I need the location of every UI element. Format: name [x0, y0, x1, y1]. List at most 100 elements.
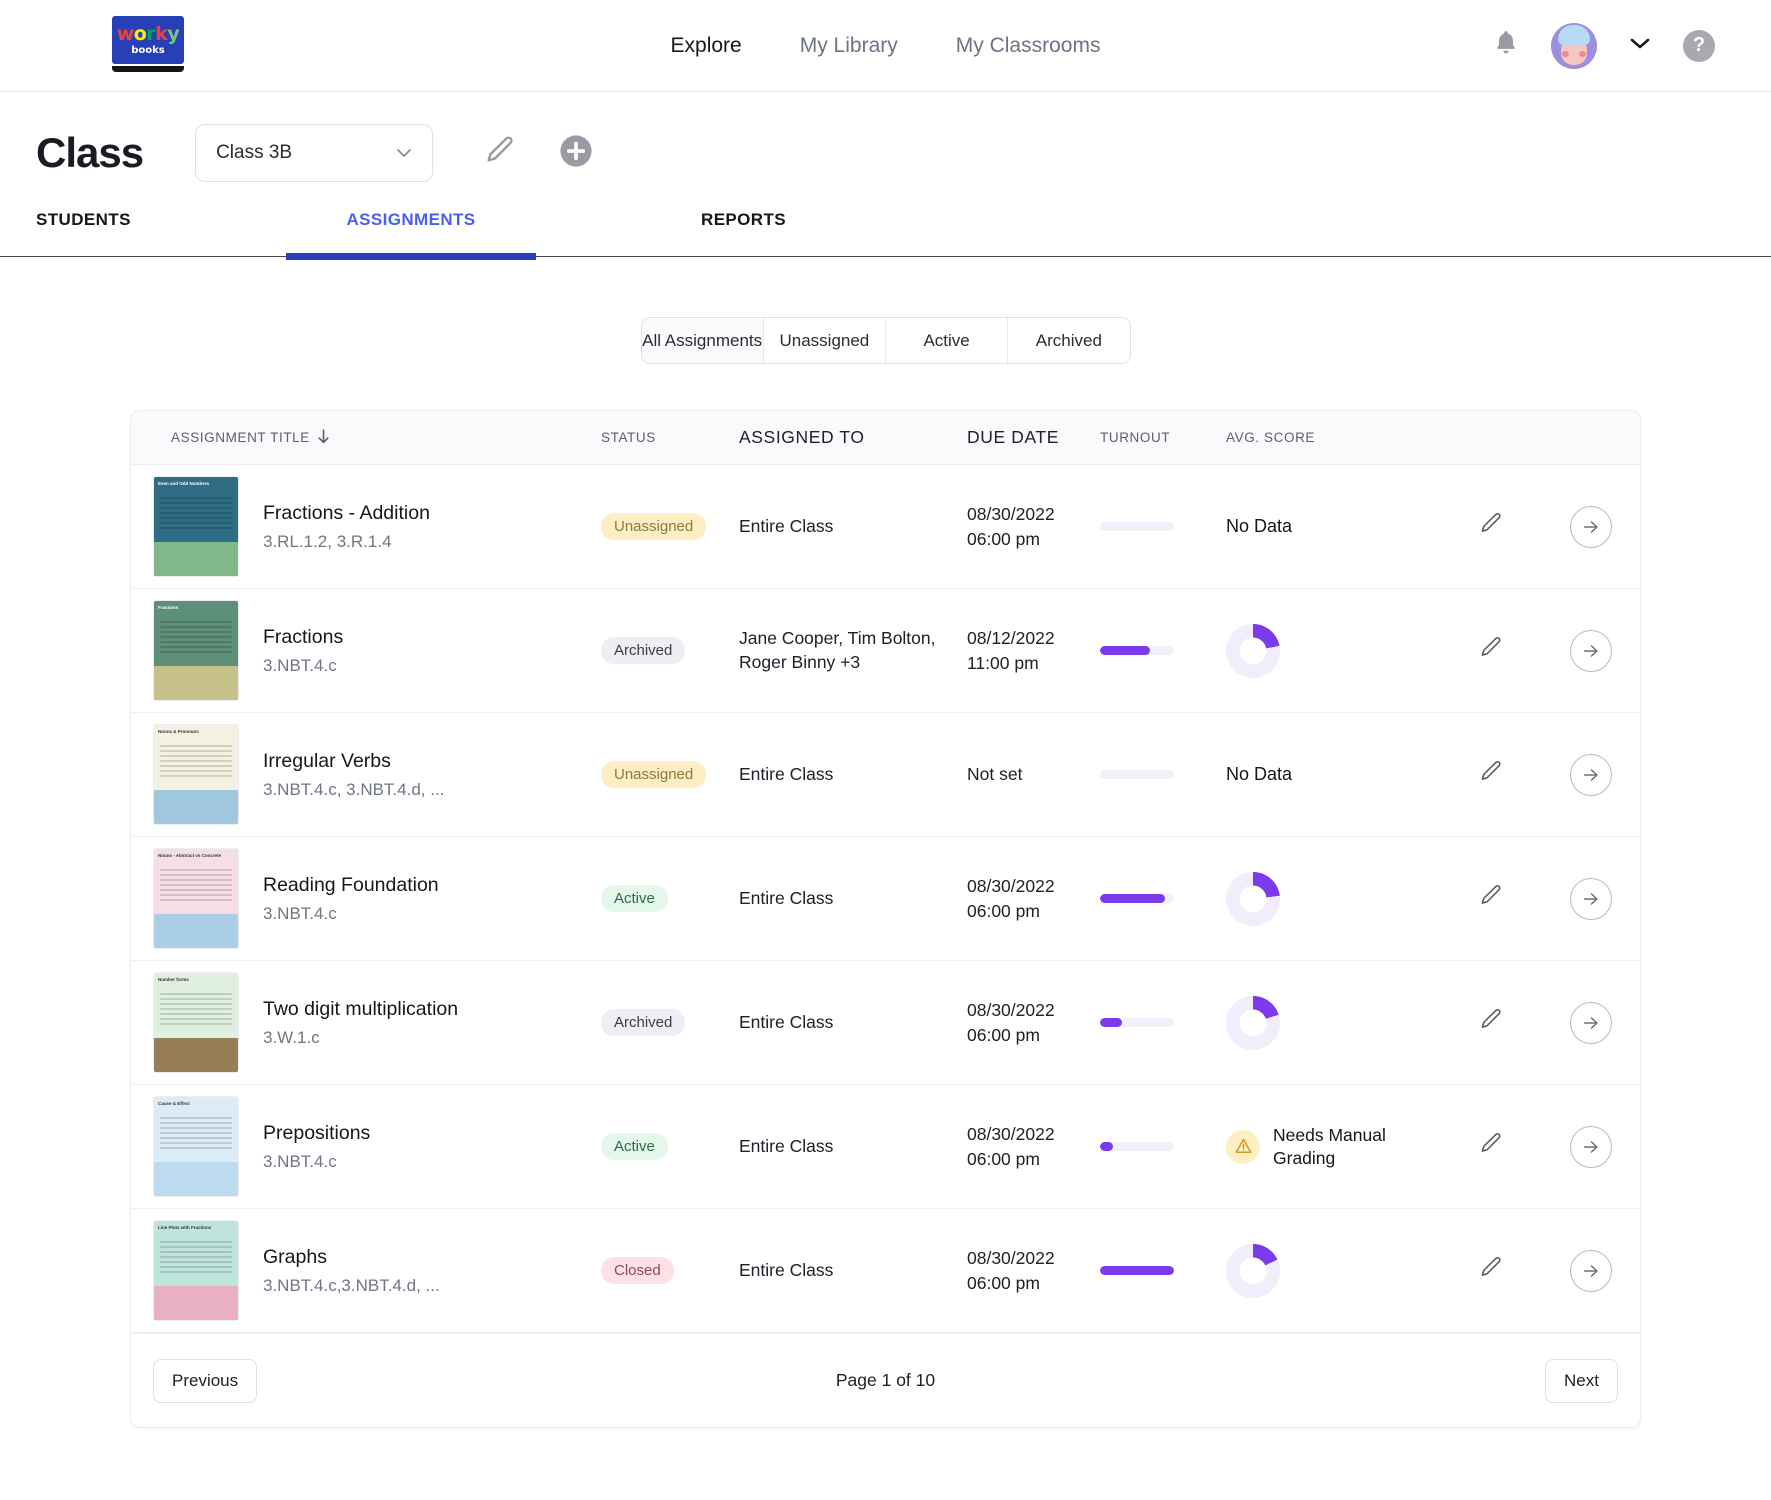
row-open-button[interactable] [1570, 753, 1612, 796]
thumb-line [160, 497, 232, 499]
thumb-line [160, 1241, 232, 1243]
assignments-table-card: ASSIGNMENT TITLE STATUS ASSIGNED TO DUE … [130, 410, 1641, 1428]
bell-icon[interactable] [1493, 29, 1519, 62]
assignment-thumbnail[interactable]: Cause & Effect [153, 1096, 239, 1197]
thumb-lines [160, 869, 232, 904]
thumb-art [154, 542, 238, 576]
nav-item-explore[interactable]: Explore [671, 34, 742, 58]
table-row[interactable]: Nouns - Abstract vs Concrete Reading Foun… [131, 837, 1640, 961]
row-open-button[interactable] [1570, 1125, 1612, 1168]
assignment-standards: 3.NBT.4.c [263, 655, 337, 675]
turnout-cell [1100, 1266, 1226, 1275]
assignment-thumbnail[interactable]: Even and Odd Numbers [153, 476, 239, 577]
class-tabs: STUDENTS ASSIGNMENTS REPORTS [0, 210, 1771, 260]
thumb-line [160, 507, 232, 509]
turnout-cell [1100, 646, 1226, 655]
due-date-cell: 08/12/2022 11:00 pm [967, 627, 1055, 673]
assigned-to-cell: Entire Class [739, 763, 834, 784]
filter-unassigned[interactable]: Unassigned [762, 318, 885, 363]
row-edit-button[interactable] [1439, 635, 1543, 666]
turnout-cell [1100, 770, 1226, 779]
logo-book-base [112, 66, 184, 72]
thumb-line [160, 527, 232, 529]
warning-triangle-icon [1226, 1129, 1260, 1164]
filter-active[interactable]: Active [885, 318, 1008, 363]
row-open-button[interactable] [1570, 505, 1612, 548]
assignment-title-cell[interactable]: Number forms Two digit multiplication 3.W.… [131, 972, 601, 1073]
column-due-date: DUE DATE [967, 427, 1059, 448]
arrow-down-icon [317, 428, 330, 447]
nav-item-my-classrooms[interactable]: My Classrooms [956, 34, 1101, 58]
turnout-bar [1100, 646, 1174, 655]
assigned-to-cell: Entire Class [739, 1135, 834, 1156]
row-open-button[interactable] [1570, 629, 1612, 672]
thumb-line [160, 775, 232, 777]
row-open-button[interactable] [1570, 877, 1612, 920]
help-icon[interactable]: ? [1683, 29, 1715, 62]
avg-score-cell [1226, 1243, 1439, 1298]
nav-item-my-library[interactable]: My Library [800, 34, 898, 58]
assignment-thumbnail[interactable]: Nouns & Pronouns [153, 724, 239, 825]
tab-assignments[interactable]: ASSIGNMENTS [286, 210, 536, 260]
edit-class-pencil-icon[interactable] [483, 134, 517, 173]
assignment-thumbnail[interactable]: Number forms [153, 972, 239, 1073]
add-class-plus-icon[interactable] [559, 134, 593, 173]
thumb-lines [160, 497, 232, 532]
assignment-thumbnail[interactable]: Nouns - Abstract vs Concrete [153, 848, 239, 949]
assignment-title-cell[interactable]: Fractions Fractions 3.NBT.4.c [131, 600, 601, 701]
assignment-thumbnail[interactable]: Line Plots with Fractions [153, 1220, 239, 1321]
thumb-line [160, 879, 232, 881]
table-row[interactable]: Line Plots with Fractions Graphs 3.NBT.4.c… [131, 1209, 1640, 1333]
thumb-line [160, 1137, 232, 1139]
thumb-line [160, 641, 232, 643]
assignment-thumbnail[interactable]: Fractions [153, 600, 239, 701]
tab-students[interactable]: STUDENTS [36, 210, 286, 256]
row-open-button[interactable] [1570, 1249, 1612, 1292]
thumb-lines [160, 993, 232, 1028]
row-edit-button[interactable] [1439, 883, 1543, 914]
filter-archived[interactable]: Archived [1007, 318, 1130, 363]
thumb-line [160, 512, 232, 514]
chevron-down-icon[interactable] [1629, 36, 1651, 55]
row-edit-button[interactable] [1439, 1131, 1543, 1162]
assigned-to-cell: Jane Cooper, Tim Bolton, Roger Binny +3 [739, 627, 936, 672]
assigned-to-cell: Entire Class [739, 887, 834, 908]
thumb-line [160, 1023, 232, 1025]
class-select-dropdown[interactable]: Class 3B [195, 124, 434, 182]
thumb-art [154, 1162, 238, 1196]
column-turnout: TURNOUT [1100, 430, 1171, 445]
assignment-name: Fractions [263, 625, 344, 648]
avatar-cheek-left [1562, 50, 1569, 57]
assignment-title-cell[interactable]: Line Plots with Fractions Graphs 3.NBT.4.c… [131, 1220, 601, 1321]
tab-reports[interactable]: REPORTS [536, 210, 786, 256]
assignment-standards: 3.NBT.4.c [263, 1151, 337, 1171]
column-assignment-title[interactable]: ASSIGNMENT TITLE [131, 428, 601, 447]
assignment-name: Fractions - Addition [263, 501, 430, 524]
turnout-bar [1100, 770, 1174, 779]
row-edit-button[interactable] [1439, 759, 1543, 790]
assigned-to-cell: Entire Class [739, 515, 834, 536]
user-avatar[interactable] [1551, 22, 1597, 69]
page-title: Class [36, 129, 144, 176]
pagination-bar: Previous Page 1 of 10 Next [131, 1333, 1640, 1427]
class-select-value: Class 3B [216, 142, 293, 163]
filter-all-assignments[interactable]: All Assignments [641, 318, 763, 363]
table-row[interactable]: Number forms Two digit multiplication 3.W.… [131, 961, 1640, 1085]
row-edit-button[interactable] [1439, 511, 1543, 542]
assignment-title-cell[interactable]: Cause & Effect Prepositions 3.NBT.4.c [131, 1096, 601, 1197]
row-open-button[interactable] [1570, 1001, 1612, 1044]
row-edit-button[interactable] [1439, 1255, 1543, 1286]
needs-manual-grading[interactable]: Needs Manual Grading [1226, 1124, 1439, 1169]
thumb-line [160, 1142, 232, 1144]
row-edit-button[interactable] [1439, 1007, 1543, 1038]
table-row[interactable]: Nouns & Pronouns Irregular Verbs 3.NBT.4.c… [131, 713, 1640, 837]
table-row[interactable]: Fractions Fractions 3.NBT.4.c Archived Jane … [131, 589, 1640, 713]
assignment-title-cell[interactable]: Nouns - Abstract vs Concrete Reading Foun… [131, 848, 601, 949]
table-row[interactable]: Cause & Effect Prepositions 3.NBT.4.c Activ… [131, 1085, 1640, 1209]
table-row[interactable]: Even and Odd Numbers Fractions - Addition… [131, 465, 1640, 589]
due-date-cell: 08/30/2022 06:00 pm [967, 1123, 1055, 1169]
assignment-title-cell[interactable]: Even and Odd Numbers Fractions - Addition… [131, 476, 601, 577]
thumb-line [160, 1127, 232, 1129]
top-navigation-bar: worky books Explore My Library My Classr… [0, 0, 1771, 92]
assignment-title-cell[interactable]: Nouns & Pronouns Irregular Verbs 3.NBT.4.c… [131, 724, 601, 825]
